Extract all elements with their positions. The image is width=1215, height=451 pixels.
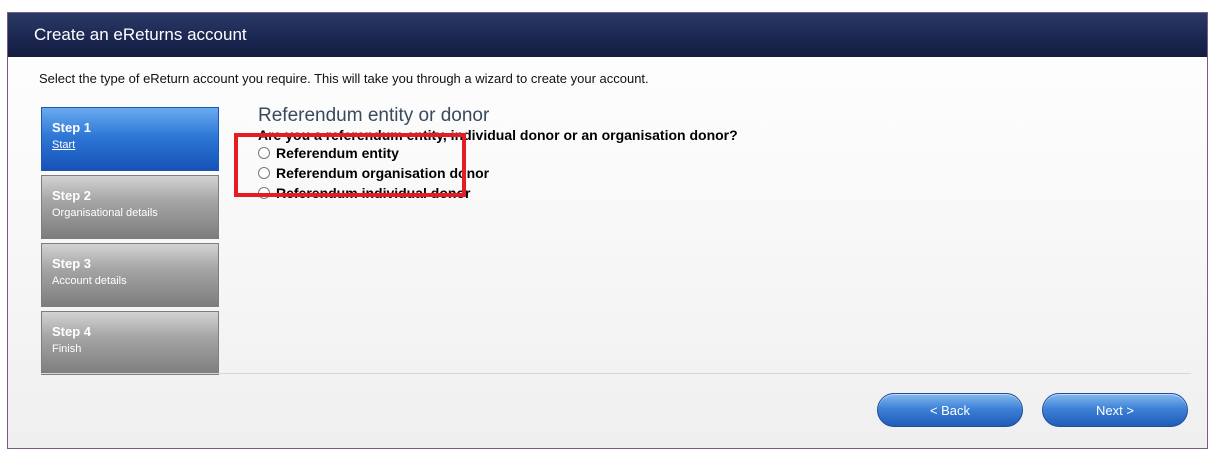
step-1[interactable]: Step 1 Start: [41, 107, 219, 171]
step-label: Account details: [52, 275, 127, 287]
step-label: Organisational details: [52, 207, 158, 219]
next-button[interactable]: Next >: [1042, 393, 1188, 427]
step-number: Step 4: [52, 324, 92, 339]
form-heading: Referendum entity or donor: [258, 105, 490, 126]
step-number: Step 2: [52, 188, 92, 203]
divider: [41, 373, 1191, 374]
step-start-link[interactable]: Start: [52, 139, 218, 151]
back-button[interactable]: < Back: [877, 393, 1023, 427]
step-number: Step 1: [52, 120, 92, 135]
wizard-window: Create an eReturns account Select the ty…: [7, 12, 1208, 449]
step-4[interactable]: Step 4 Finish: [41, 311, 219, 375]
window-title: Create an eReturns account: [8, 13, 1207, 57]
wizard-steps: Step 1 Start Step 2 Organisational detai…: [41, 107, 219, 379]
step-3[interactable]: Step 3 Account details: [41, 243, 219, 307]
highlight-box: [234, 133, 466, 197]
step-label: Finish: [52, 343, 82, 355]
intro-text: Select the type of eReturn account you r…: [39, 71, 649, 86]
step-2[interactable]: Step 2 Organisational details: [41, 175, 219, 239]
step-number: Step 3: [52, 256, 92, 271]
